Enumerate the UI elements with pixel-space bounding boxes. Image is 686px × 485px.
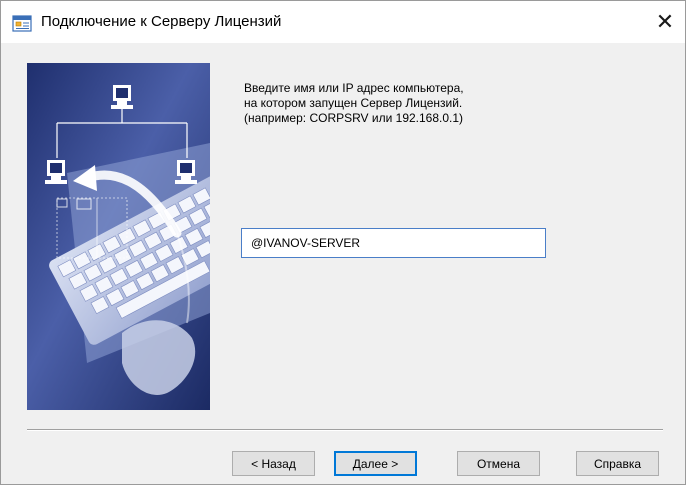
server-name-input[interactable]	[241, 228, 546, 258]
app-icon	[12, 13, 32, 33]
back-button[interactable]: < Назад	[232, 451, 315, 476]
close-button[interactable]: ✕	[645, 1, 685, 43]
title-bar: Подключение к Серверу Лицензий ✕	[1, 1, 685, 43]
license-server-dialog: Подключение к Серверу Лицензий ✕ Введите…	[0, 0, 686, 485]
instructions-text: Введите имя или IP адрес компьютера, на …	[244, 81, 464, 126]
instructions-line-2: на котором запущен Сервер Лицензий.	[244, 96, 463, 110]
instructions-line-1: Введите имя или IP адрес компьютера,	[244, 81, 464, 95]
separator-line	[27, 429, 663, 431]
instructions-line-3: (например: CORPSRV или 192.168.0.1)	[244, 111, 464, 125]
close-icon: ✕	[655, 9, 675, 34]
window-title: Подключение к Серверу Лицензий	[41, 13, 282, 30]
help-button[interactable]: Справка	[576, 451, 659, 476]
next-button[interactable]: Далее >	[334, 451, 417, 476]
wizard-banner-image	[27, 63, 210, 410]
cancel-button[interactable]: Отмена	[457, 451, 540, 476]
